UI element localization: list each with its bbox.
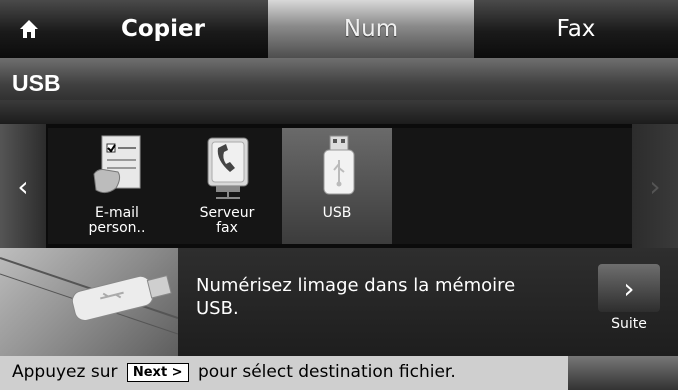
scroll-left-button[interactable]: ‹ xyxy=(0,124,46,248)
home-button[interactable] xyxy=(0,0,58,58)
status-suffix: pour sélect destination fichier. xyxy=(197,362,456,382)
home-icon xyxy=(20,20,38,38)
label-line1: USB xyxy=(322,205,352,221)
email-form-icon xyxy=(93,135,141,194)
next-key-badge: Next > xyxy=(126,363,189,382)
usb-drive-icon xyxy=(323,135,355,195)
page-title: USB xyxy=(12,70,61,96)
carousel-items: E-mail person.. Serveur fax USB xyxy=(48,128,632,244)
label-line2: fax xyxy=(216,220,238,236)
scroll-right-button[interactable]: › xyxy=(632,124,678,248)
carousel-item-fax-server[interactable]: Serveur fax xyxy=(172,128,282,244)
tab-fax-label: Fax xyxy=(556,16,596,42)
title-bar: USB xyxy=(0,58,678,124)
printer-touch-screen: Copier Num Fax USB ‹ E-mail person.. Ser… xyxy=(0,0,678,390)
chevron-right-icon: › xyxy=(623,271,635,305)
label-line1: Serveur xyxy=(199,205,255,221)
message-line1: Numérisez limage dans la mémoire xyxy=(196,275,516,296)
fax-server-icon xyxy=(207,137,249,199)
status-text: Appuyez sur Next > pour sélect destinati… xyxy=(12,362,456,382)
tab-num-label: Num xyxy=(343,16,399,42)
tab-num[interactable]: Num xyxy=(268,0,474,58)
label-line1: E-mail xyxy=(95,205,139,221)
destination-carousel: ‹ E-mail person.. Serveur fax USB › xyxy=(0,124,678,248)
carousel-item-email-label: E-mail person.. xyxy=(62,206,172,236)
suite-button[interactable]: › Suite xyxy=(598,264,660,348)
carousel-item-fax-server-label: Serveur fax xyxy=(172,206,282,236)
tab-fax[interactable]: Fax xyxy=(474,0,678,58)
carousel-item-email[interactable]: E-mail person.. xyxy=(62,128,172,244)
status-prefix: Appuyez sur xyxy=(12,362,118,382)
instruction-message: Numérisez limage dans la mémoire USB. xyxy=(196,274,576,320)
suite-button-label: Suite xyxy=(611,316,647,332)
footer-corner-bar xyxy=(568,356,678,390)
suite-button-box: › xyxy=(598,264,660,312)
message-line2: USB. xyxy=(196,298,239,319)
tab-copier[interactable]: Copier xyxy=(58,0,268,58)
message-area: Numérisez limage dans la mémoire USB. › … xyxy=(0,248,678,356)
usb-insert-illustration xyxy=(0,248,179,356)
carousel-item-usb-label: USB xyxy=(282,206,392,221)
usb-stick-illustration-icon xyxy=(0,257,179,335)
title-bar-lower-band xyxy=(0,100,678,124)
carousel-item-usb[interactable]: USB xyxy=(282,128,392,244)
chevron-right-icon: › xyxy=(649,169,661,203)
top-tab-bar: Copier Num Fax xyxy=(0,0,678,58)
label-line2: person.. xyxy=(88,220,146,236)
tab-copier-label: Copier xyxy=(121,16,205,42)
chevron-left-icon: ‹ xyxy=(17,169,29,203)
